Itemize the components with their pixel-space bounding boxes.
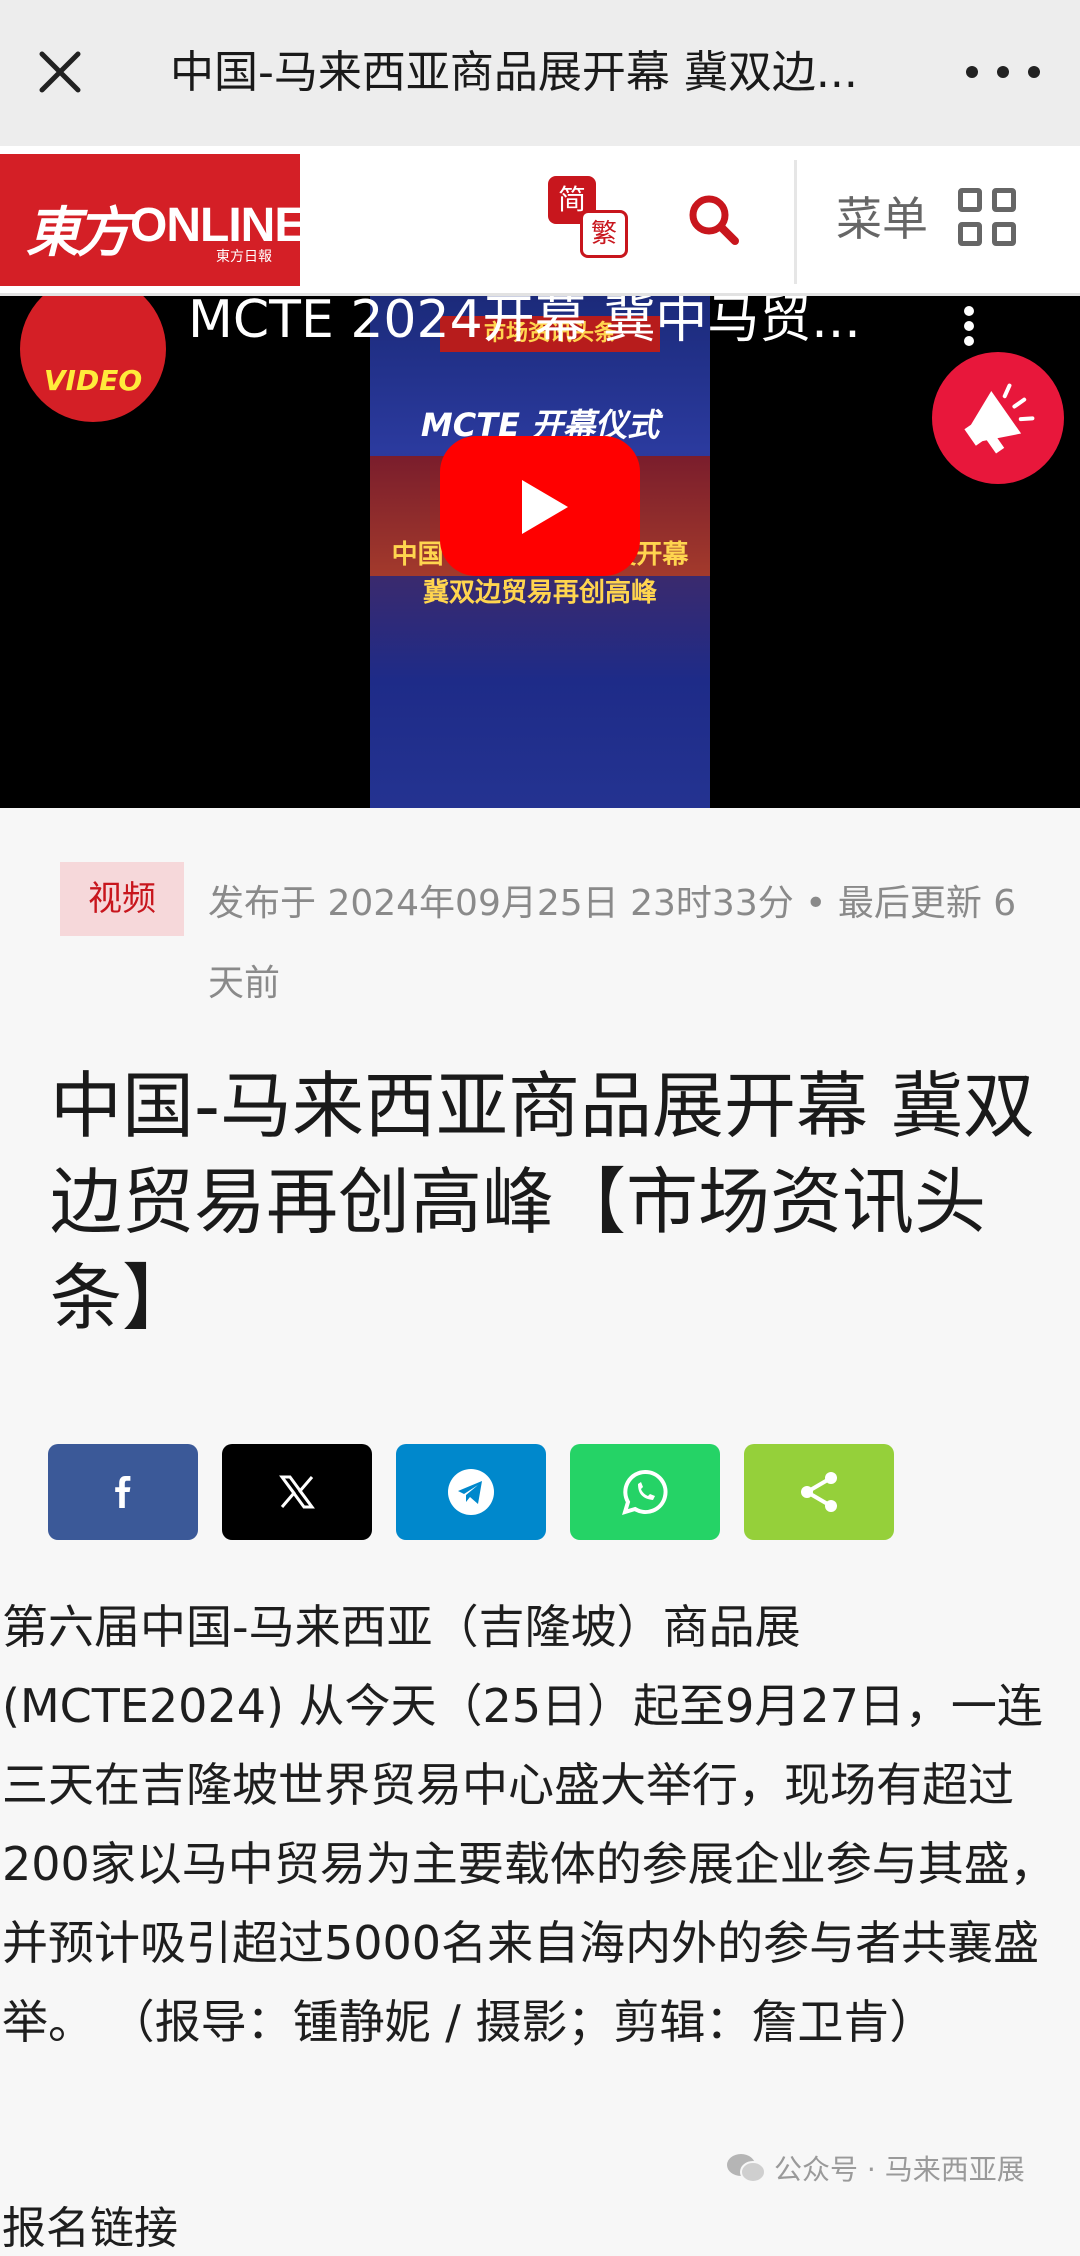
wechat-watermark: 公众号 · 马来西亚展	[726, 2148, 1025, 2188]
announcement-button[interactable]	[932, 352, 1064, 484]
share-icon	[801, 1472, 837, 1512]
channel-label: VIDEO	[43, 364, 143, 397]
wechat-icon	[727, 2154, 766, 2183]
logo-sub: 東方日報	[216, 249, 272, 265]
traditional-label: 繁	[580, 210, 628, 258]
publish-meta: 发布于 2024年09月25日 23时33分 • 最后更新 6天前	[208, 883, 1017, 1004]
header-divider	[794, 160, 797, 284]
watermark-text: 公众号 · 马来西亚展	[774, 2153, 1025, 2186]
logo-mark: 東方	[26, 200, 130, 264]
category-badge[interactable]: 视频	[60, 862, 184, 936]
play-button[interactable]	[440, 436, 640, 576]
share-whatsapp-button[interactable]	[570, 1444, 720, 1540]
more-dots-icon[interactable]	[966, 52, 1040, 92]
telegram-icon	[448, 1469, 494, 1515]
wechat-top-bar: 中国-马来西亚商品展开幕 冀双边...	[0, 0, 1080, 146]
grid-menu-icon[interactable]	[958, 188, 1016, 246]
site-header: 東方 ONLINE 東方日報 简 繁 菜单	[0, 146, 1080, 296]
video-title[interactable]: MCTE 2024开幕 冀中马贸...	[188, 296, 888, 356]
language-switch-button[interactable]: 简 繁	[548, 176, 632, 260]
video-more-icon[interactable]	[962, 306, 978, 346]
related-link[interactable]: 报名链接	[2, 2192, 178, 2256]
x-icon	[279, 1475, 315, 1509]
channel-avatar[interactable]: VIDEO	[20, 296, 166, 422]
facebook-icon	[115, 1476, 131, 1508]
menu-label[interactable]: 菜单	[836, 186, 928, 252]
share-telegram-button[interactable]	[396, 1444, 546, 1540]
share-facebook-button[interactable]	[48, 1444, 198, 1540]
megaphone-icon	[964, 383, 1035, 454]
share-x-button[interactable]	[222, 1444, 372, 1540]
close-icon[interactable]	[36, 48, 84, 96]
article-body: 第六届中国-马来西亚（吉隆坡）商品展(MCTE2024) 从今天（25日）起至9…	[2, 1600, 1056, 2049]
share-more-button[interactable]	[744, 1444, 894, 1540]
video-player[interactable]: 市场资讯头条 MCTE 开幕仪式 中国-马来西亚商品展开幕 冀双边贸易再创高峰 …	[0, 296, 1080, 808]
article-headline: 中国-马来西亚商品展开幕 冀双边贸易再创高峰【市场资讯头条】	[50, 1064, 1035, 1340]
page-title: 中国-马来西亚商品展开幕 冀双边...	[170, 47, 858, 98]
search-icon[interactable]	[686, 192, 740, 246]
logo-online: ONLINE	[130, 199, 306, 252]
whatsapp-icon	[622, 1469, 668, 1515]
site-logo[interactable]: 東方 ONLINE 東方日報	[0, 154, 306, 286]
thumb-caption-2: 冀双边贸易再创高峰	[422, 578, 657, 608]
